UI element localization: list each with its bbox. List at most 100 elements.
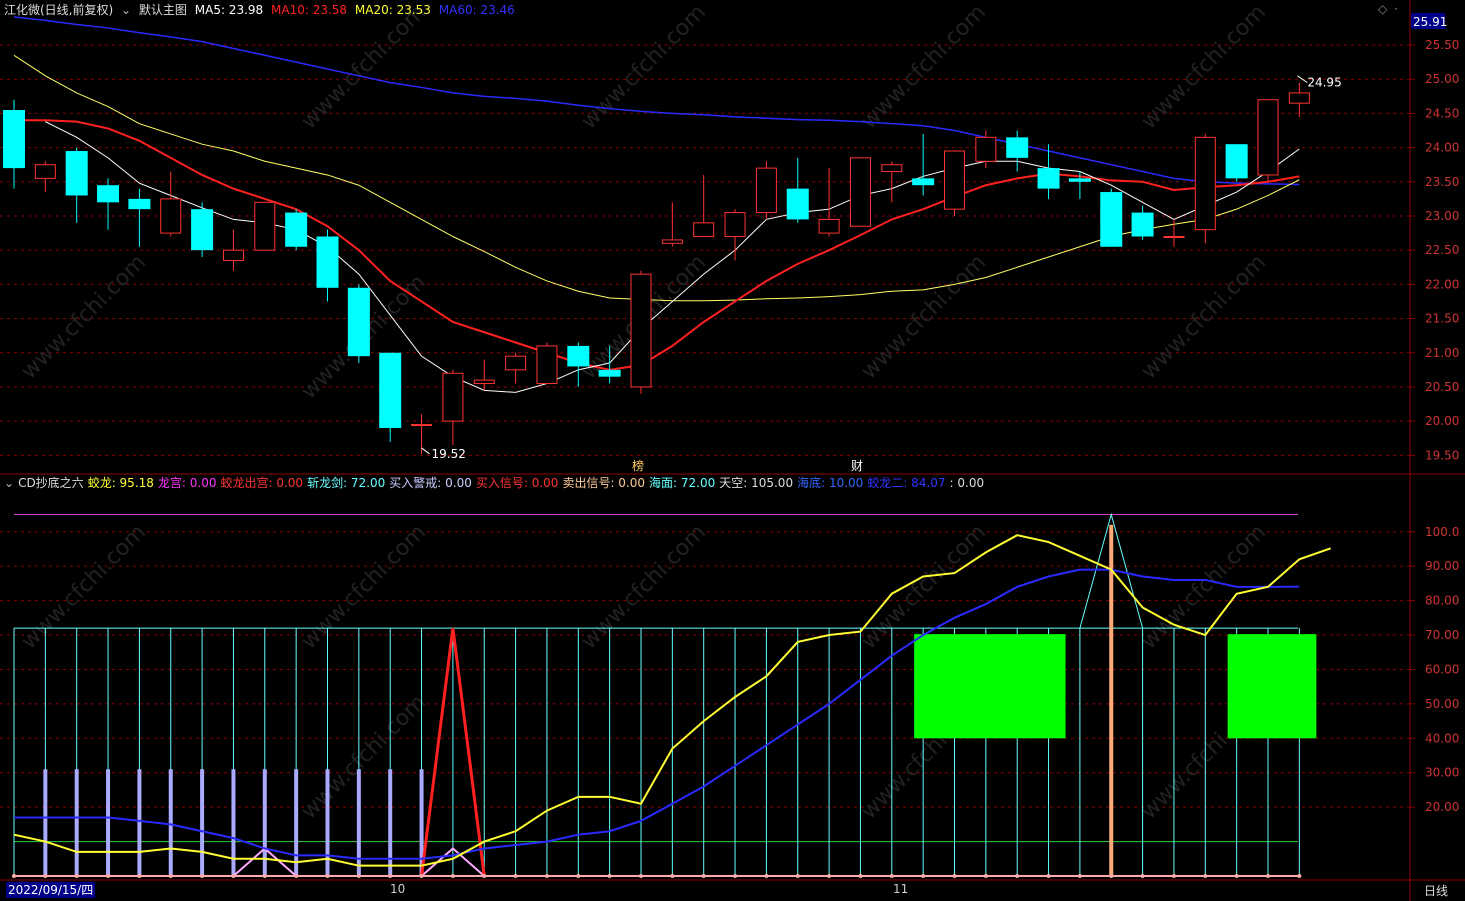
watermark: www.cfchi.com	[17, 250, 151, 384]
candle-body	[944, 150, 965, 210]
candle	[1131, 205, 1154, 240]
candle	[347, 284, 370, 364]
current-price-label: 25.91	[1413, 15, 1447, 29]
ma5-value: MA5: 23.98	[194, 3, 264, 17]
candle	[1100, 188, 1123, 247]
indicator-value: 蛟龙: 95.18	[87, 476, 154, 490]
candle-body	[160, 198, 182, 234]
indicator-value: 海底: 10.00	[797, 476, 864, 490]
chevron-down-icon[interactable]: ⌄	[4, 476, 14, 490]
candle	[191, 202, 214, 258]
candle	[128, 188, 151, 247]
stock-name[interactable]: 江化微(日线,前复权)	[4, 3, 113, 17]
candle	[755, 161, 777, 220]
candle-body	[1006, 137, 1029, 158]
candle-body	[536, 345, 558, 385]
candle	[818, 168, 840, 237]
candle-body	[1257, 99, 1279, 176]
candle-body	[1194, 136, 1216, 231]
month-oct-label: 10	[390, 882, 406, 896]
signal-block	[914, 634, 1066, 739]
candle-body	[3, 109, 25, 169]
ma20-value: MA20: 23.53	[354, 3, 431, 17]
price-axis-label: 19.50	[1425, 448, 1459, 462]
candle-body	[1037, 168, 1060, 189]
indicator-axis-label: 50.00	[1425, 697, 1459, 711]
period-label[interactable]: 日线	[1424, 882, 1448, 899]
candle	[1288, 82, 1310, 117]
candle	[473, 359, 495, 391]
date-label: 2022/09/15/四	[6, 882, 96, 898]
candle-body	[285, 212, 308, 247]
candle	[379, 352, 402, 442]
indicator-value: 卖出信号: 0.00	[562, 476, 646, 490]
ma60-value: MA60: 23.46	[438, 3, 515, 17]
candle-body	[222, 249, 244, 261]
high-arrow	[1297, 75, 1308, 84]
price-axis-label: 22.50	[1425, 243, 1459, 257]
candle-body	[316, 236, 339, 288]
stock-chart[interactable]: 25.50 25.00 24.50 24.00 23.50 23.00 22.50 22.00…	[0, 0, 1465, 901]
candle-body	[505, 355, 527, 371]
candle	[505, 352, 527, 384]
watermark: www.cfchi.com	[1137, 0, 1271, 134]
candle-body	[661, 239, 683, 244]
candle	[97, 178, 120, 230]
chevron-down-icon[interactable]: ⌄	[121, 3, 131, 17]
candle-body	[786, 188, 809, 220]
candle	[160, 171, 182, 237]
candle-body	[442, 372, 464, 422]
signal-block	[1227, 634, 1317, 739]
indicator-header: ⌄ CD抄底之六 蛟龙: 95.18 龙宫: 0.00 蛟龙出宫: 0.00 斩龙剑: 7…	[4, 476, 988, 490]
candle	[1006, 130, 1029, 172]
candle-body	[881, 164, 903, 173]
diamond-icon[interactable]: ◇	[1378, 2, 1387, 16]
watermark: www.cfchi.com	[1137, 250, 1271, 384]
watermark: www.cfchi.com	[577, 520, 711, 654]
low-price-annotation: 19.52	[432, 447, 466, 461]
indicator-axis-label: 70.00	[1425, 628, 1459, 642]
candle-body	[724, 212, 746, 238]
indicator-axis-label: 80.00	[1425, 594, 1459, 608]
candle-body	[598, 369, 621, 377]
ma10-value: MA10: 23.58	[271, 3, 348, 17]
candle-body	[411, 424, 433, 427]
candle-body	[254, 201, 276, 251]
indicator-name[interactable]: CD抄底之六	[18, 476, 84, 490]
candle-body	[693, 222, 715, 238]
price-axis-label: 24.00	[1425, 141, 1459, 155]
candle-body	[818, 218, 840, 234]
candle-body	[630, 273, 652, 388]
price-axis-label: 25.50	[1425, 38, 1459, 52]
candle	[1194, 133, 1216, 244]
indicator-value: 买入警戒: 0.00	[389, 476, 472, 490]
price-axis-label: 22.00	[1425, 277, 1459, 291]
candle-body	[1288, 92, 1310, 104]
indicator-value: 龙宫: 0.00	[157, 476, 217, 490]
candle	[786, 157, 809, 223]
event-marker: 财	[851, 459, 863, 473]
candle-body	[191, 209, 214, 251]
candle	[661, 202, 683, 247]
candle	[254, 201, 276, 251]
candle-body	[34, 164, 56, 179]
candle-body	[65, 151, 88, 196]
price-axis-label: 21.00	[1425, 346, 1459, 360]
candle	[1225, 144, 1248, 182]
candle-body	[1225, 144, 1248, 179]
candle	[693, 174, 715, 238]
indicator-axis-label: 40.00	[1425, 731, 1459, 745]
candle-body	[379, 352, 402, 428]
indicator-value: 蛟龙出宫: 0.00	[220, 476, 304, 490]
main-chart-label[interactable]: 默认主图	[139, 3, 187, 17]
candle	[222, 229, 244, 271]
candle	[1257, 99, 1279, 182]
price-axis-label: 20.00	[1425, 414, 1459, 428]
candle	[65, 147, 88, 223]
dot-icon[interactable]: ·	[1394, 2, 1398, 16]
high-price-annotation: 24.95	[1307, 76, 1341, 90]
indicator-value: 斩龙剑: 72.00	[307, 476, 386, 490]
candle	[442, 369, 464, 446]
indicator-value: 海面: 72.00	[649, 476, 716, 490]
candle-body	[347, 287, 370, 357]
